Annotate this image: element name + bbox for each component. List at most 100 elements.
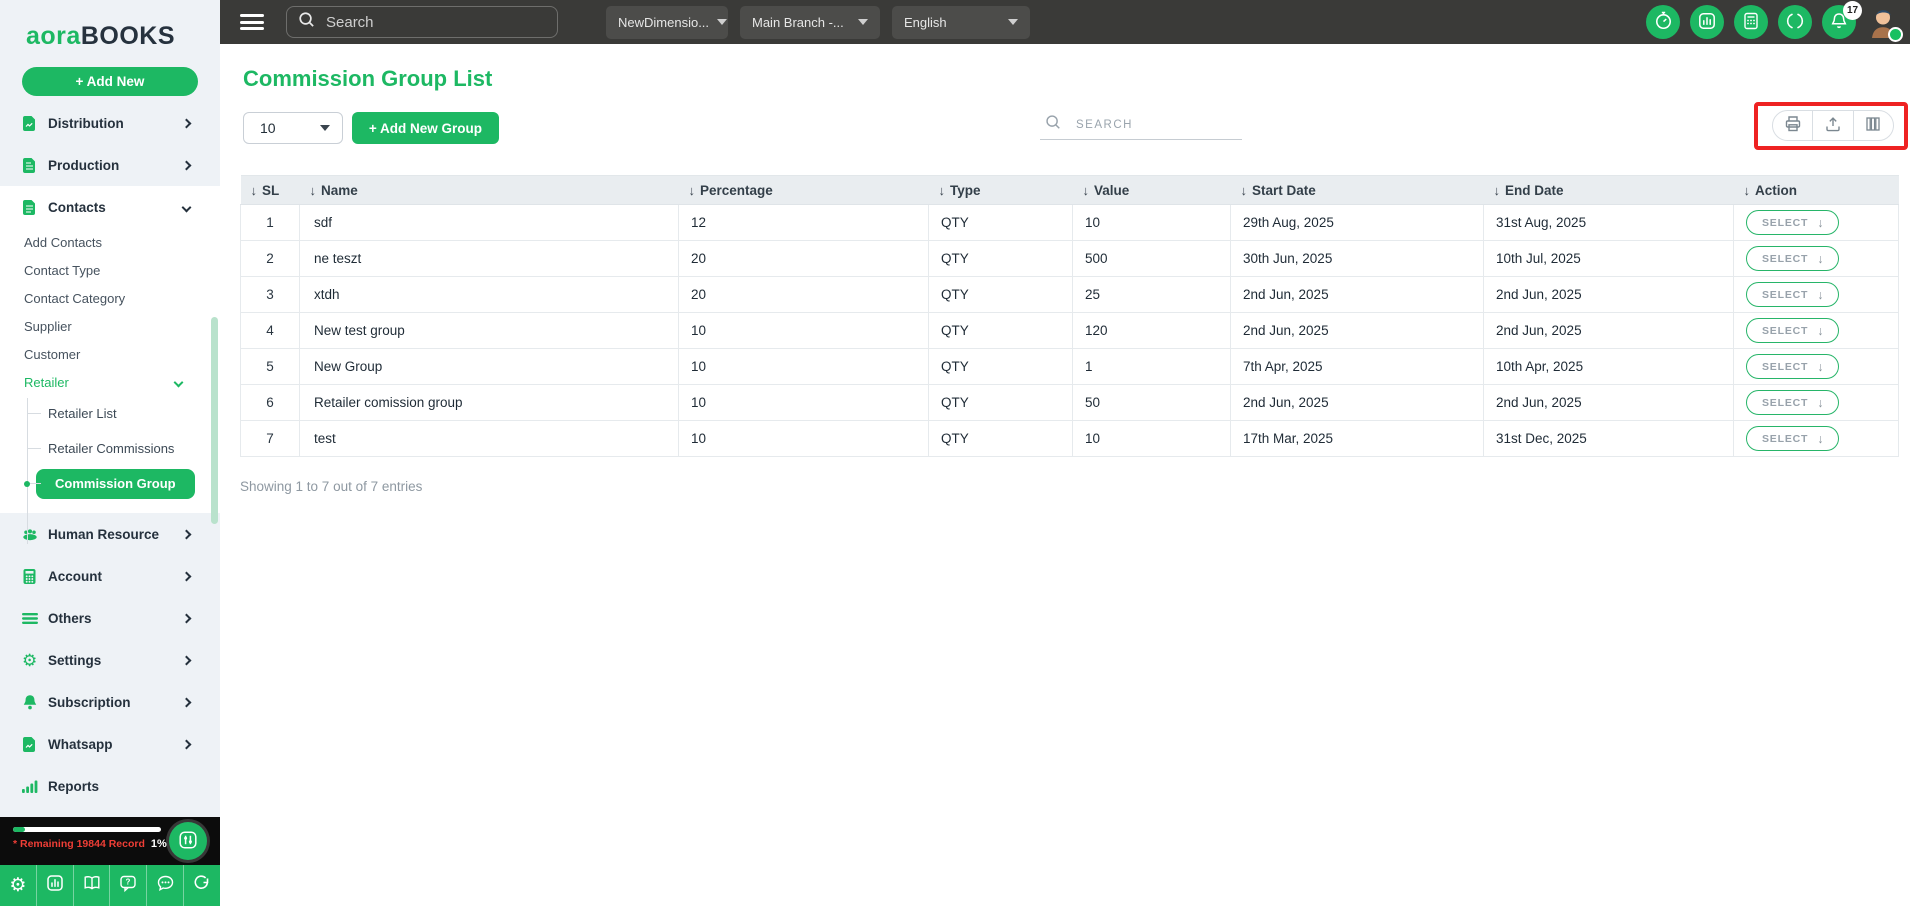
sidebar-item-subscription[interactable]: Subscription	[0, 681, 220, 723]
sidebar-scrollbar[interactable]	[211, 317, 218, 524]
export-button-group	[1772, 110, 1894, 141]
columns-button[interactable]	[1852, 111, 1893, 140]
cell-percentage: 20	[678, 276, 929, 313]
sidebar-item-label: Retailer	[24, 374, 69, 390]
sidebar-item-contact-category[interactable]: Contact Category	[0, 284, 220, 312]
column-header-end-date[interactable]: ↓ End Date	[1483, 175, 1734, 205]
export-button[interactable]	[1812, 111, 1852, 140]
add-new-group-button[interactable]: + Add New Group	[352, 112, 499, 144]
cell-type: QTY	[928, 312, 1073, 349]
sidebar-item-label: Account	[48, 568, 102, 584]
select-label: SELECT	[1762, 324, 1809, 337]
page-size-select[interactable]: 10	[243, 112, 343, 144]
sidebar-item-reports[interactable]: Reports	[0, 765, 220, 807]
sort-icon: ↓	[309, 182, 317, 198]
chevron-right-icon	[181, 739, 192, 749]
select-button[interactable]: SELECT ↓	[1746, 246, 1840, 271]
sliders-icon	[178, 830, 198, 853]
sidebar-item-distribution[interactable]: Distribution	[0, 102, 220, 144]
sidebar-item-customer[interactable]: Customer	[0, 340, 220, 368]
sidebar-item-account[interactable]: Account	[0, 555, 220, 597]
select-button[interactable]: SELECT ↓	[1746, 282, 1840, 307]
branch-dropdown-value: Main Branch -...	[752, 14, 844, 30]
cell-value: 120	[1072, 312, 1231, 349]
table-row: 4 New test group 10 QTY 120 2nd Jun, 202…	[240, 312, 1899, 349]
menu-toggle-button[interactable]	[240, 11, 264, 34]
table-row: 3 xtdh 20 QTY 25 2nd Jun, 2025 2nd Jun, …	[240, 276, 1899, 313]
print-button[interactable]	[1773, 111, 1812, 140]
column-header-value[interactable]: ↓ Value	[1072, 175, 1231, 205]
select-label: SELECT	[1762, 252, 1809, 265]
table-body: 1 sdf 12 QTY 10 29th Aug, 2025 31st Aug,…	[240, 204, 1899, 457]
sidebar-item-retailer-list[interactable]: Retailer List	[0, 396, 220, 431]
help-button[interactable]: ?	[110, 865, 148, 906]
undo-arrow-icon	[192, 873, 212, 898]
sidebar: aoraBOOKS + Add New Distribution Product…	[0, 0, 220, 906]
scan-button[interactable]	[1778, 5, 1812, 39]
global-search-input[interactable]	[326, 13, 536, 31]
bell-icon	[22, 694, 38, 711]
sidebar-item-others[interactable]: Others	[0, 597, 220, 639]
cell-percentage: 10	[678, 312, 929, 349]
sidebar-item-settings[interactable]: ⚙ Settings	[0, 639, 220, 681]
sidebar-item-whatsapp[interactable]: Whatsapp	[0, 723, 220, 765]
user-avatar[interactable]	[1866, 4, 1903, 42]
sidebar-item-supplier[interactable]: Supplier	[0, 312, 220, 340]
analytics-button[interactable]	[1690, 5, 1724, 39]
cell-percentage: 10	[678, 384, 929, 421]
column-header-type[interactable]: ↓ Type	[928, 175, 1073, 205]
table-row: 1 sdf 12 QTY 10 29th Aug, 2025 31st Aug,…	[240, 204, 1899, 241]
entries-summary: Showing 1 to 7 out of 7 entries	[240, 479, 423, 494]
global-search-box[interactable]	[286, 6, 558, 38]
column-header-percentage[interactable]: ↓ Percentage	[678, 175, 929, 205]
analytics-button[interactable]	[37, 865, 74, 906]
app-logo: aoraBOOKS	[0, 0, 220, 51]
sidebar-item-human-resource[interactable]: Human Resource	[0, 513, 220, 555]
select-button[interactable]: SELECT ↓	[1746, 426, 1840, 451]
page-size-value: 10	[260, 120, 276, 136]
sidebar-item-retailer[interactable]: Retailer	[0, 368, 220, 396]
cell-type: QTY	[928, 420, 1073, 457]
cell-end-date: 31st Aug, 2025	[1483, 204, 1734, 241]
select-button[interactable]: SELECT ↓	[1746, 390, 1840, 415]
online-status-dot	[1888, 27, 1903, 42]
commission-group-table-wrap: ↓ SL ↓ Name ↓ Percentage ↓ Type ↓ Value ↓ Star…	[240, 175, 1899, 494]
topbar: NewDimensio... Main Branch -... English …	[220, 0, 1910, 44]
notifications-button[interactable]: 17	[1822, 1, 1862, 39]
column-label: Type	[950, 182, 981, 198]
table-search-box[interactable]	[1040, 110, 1242, 140]
docs-button[interactable]	[74, 865, 111, 906]
cell-name: xtdh	[299, 276, 679, 313]
select-label: SELECT	[1762, 396, 1809, 409]
select-button[interactable]: SELECT ↓	[1746, 210, 1840, 235]
sidebar-item-label: Reports	[48, 778, 100, 794]
time-tracker-button[interactable]	[1646, 5, 1680, 39]
language-dropdown[interactable]: English	[892, 5, 1030, 39]
table-search-input[interactable]	[1076, 118, 1226, 131]
select-button[interactable]: SELECT ↓	[1746, 354, 1840, 379]
chat-button[interactable]	[147, 865, 185, 906]
branch-dropdown[interactable]: Main Branch -...	[740, 5, 880, 39]
column-header-action[interactable]: ↓ Action	[1733, 175, 1899, 205]
caret-down-icon	[858, 19, 868, 25]
undo-button[interactable]	[184, 865, 220, 906]
column-header-sl[interactable]: ↓ SL	[240, 175, 300, 205]
cell-action: SELECT ↓	[1733, 348, 1899, 385]
select-button[interactable]: SELECT ↓	[1746, 318, 1840, 343]
cell-start-date: 2nd Jun, 2025	[1230, 276, 1484, 313]
settings-button[interactable]: ⚙	[0, 865, 37, 906]
quick-settings-fab[interactable]	[169, 822, 207, 860]
sidebar-item-add-contacts[interactable]: Add Contacts	[0, 228, 220, 256]
sidebar-item-production[interactable]: Production	[0, 144, 220, 186]
column-header-start-date[interactable]: ↓ Start Date	[1230, 175, 1484, 205]
sidebar-item-commission-group[interactable]: Commission Group	[0, 466, 220, 501]
sidebar-item-retailer-commissions[interactable]: Retailer Commissions	[0, 431, 220, 466]
cell-sl: 7	[240, 420, 300, 457]
sidebar-item-contacts[interactable]: Contacts	[0, 186, 220, 228]
column-header-name[interactable]: ↓ Name	[299, 175, 679, 205]
calculator-button[interactable]	[1734, 5, 1768, 39]
sidebar-item-contact-type[interactable]: Contact Type	[0, 256, 220, 284]
column-label: SL	[262, 182, 280, 198]
add-new-button[interactable]: + Add New	[22, 67, 198, 96]
company-dropdown[interactable]: NewDimensio...	[606, 5, 728, 39]
